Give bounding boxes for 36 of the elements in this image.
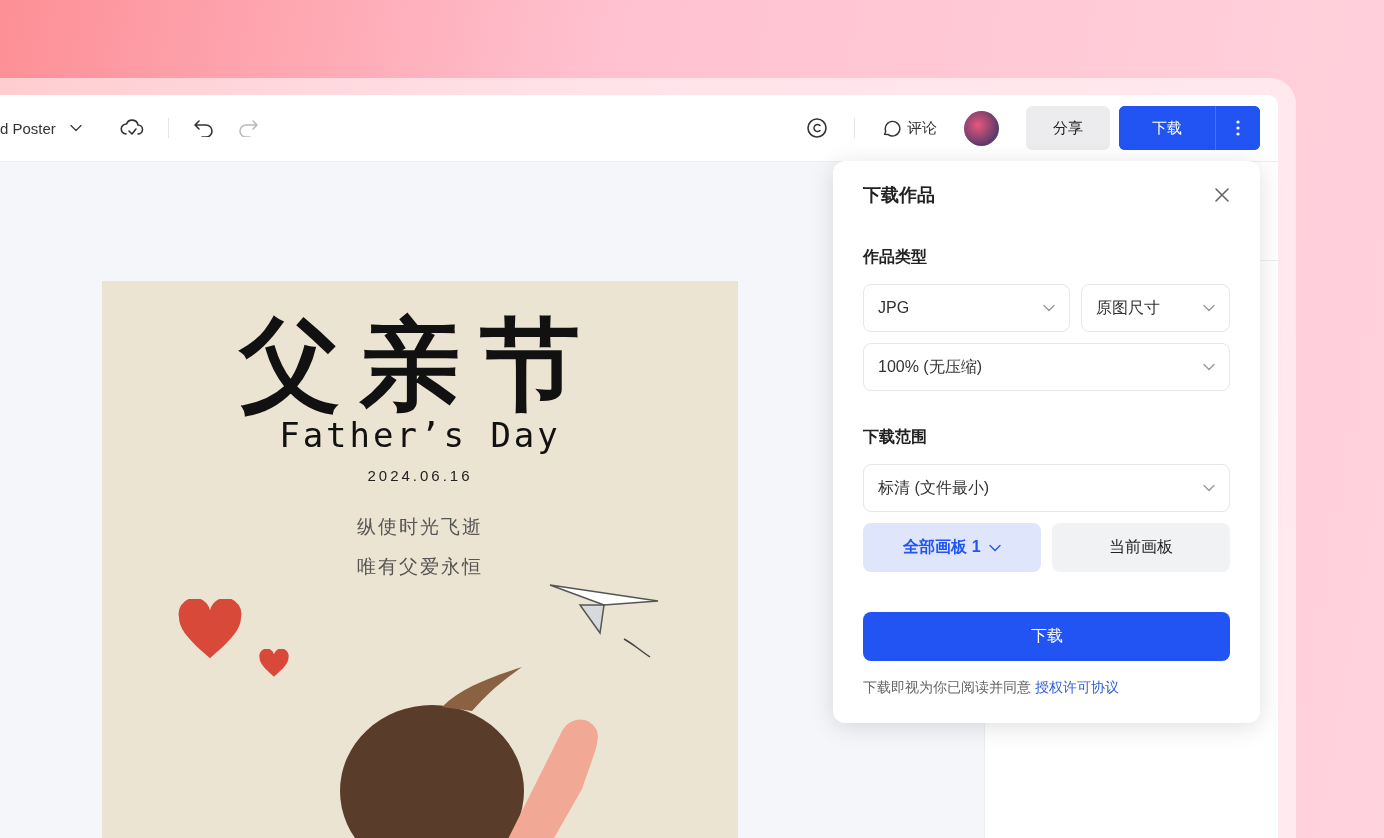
comment-button[interactable]: 评论 [881, 118, 937, 138]
chevron-down-icon [1203, 304, 1215, 312]
scope-option[interactable]: 全部画板 1 [863, 523, 1041, 572]
paper-plane-icon [548, 581, 660, 661]
license-link[interactable]: 授权许可协议 [1034, 679, 1119, 695]
scope-option[interactable]: 当前画板 [1052, 523, 1230, 572]
chevron-down-icon [988, 543, 1001, 552]
heart-icon [176, 599, 244, 661]
download-button[interactable]: 下载 [863, 612, 1230, 661]
poster-text-line: 纵使时光飞逝 [357, 515, 483, 539]
copyright-icon[interactable] [806, 117, 828, 139]
speech-bubble-icon [881, 118, 901, 138]
heart-icon [258, 649, 290, 678]
cloud-check-icon[interactable] [119, 118, 144, 138]
user-avatar[interactable] [964, 110, 999, 146]
dropdown-select[interactable]: 原图尺寸 [1081, 284, 1230, 332]
document-title[interactable]: d Poster [0, 119, 56, 137]
dropdown-select[interactable]: JPG [863, 284, 1070, 332]
agreement-text: 下载即视为你已阅读并同意 授权许可协议 [863, 679, 1120, 697]
undo-icon[interactable] [192, 119, 215, 137]
close-icon [1214, 187, 1230, 203]
share-button[interactable]: 分享 [1026, 106, 1110, 150]
close-button[interactable] [1214, 187, 1230, 203]
chevron-down-icon [69, 124, 82, 132]
section-label: 作品类型 [863, 247, 928, 267]
chevron-down-icon [1203, 484, 1215, 492]
panel-title: 下载作品 [863, 184, 935, 207]
poster-date: 2024.06.16 [367, 467, 473, 484]
dropdown-select[interactable]: 100% (无压缩) [863, 343, 1230, 391]
download-button[interactable]: 下载 [1119, 106, 1216, 150]
dropdown-select[interactable]: 标清 (文件最小) [863, 464, 1230, 512]
chevron-down-icon [1203, 363, 1215, 371]
section-label: 下载范围 [863, 427, 928, 447]
chevron-down-icon [1043, 304, 1055, 312]
more-vertical-icon [1236, 120, 1240, 136]
poster-text-line: 唯有父爱永恒 [357, 555, 483, 579]
